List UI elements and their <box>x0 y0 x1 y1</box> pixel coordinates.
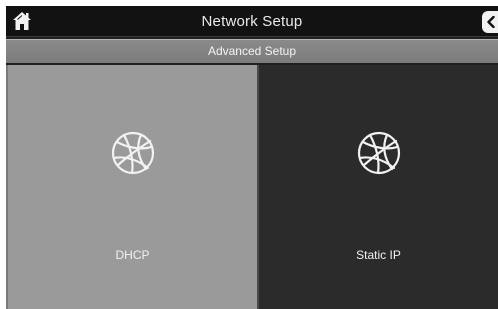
page-title: Network Setup <box>201 13 303 30</box>
static-ip-option[interactable]: Static IP <box>259 65 498 309</box>
dhcp-label: DHCP <box>115 248 150 262</box>
back-button[interactable] <box>482 11 498 33</box>
home-button[interactable] <box>10 9 34 33</box>
top-bar: Network Setup <box>6 6 498 37</box>
chevron-left-icon <box>487 16 495 28</box>
static-ip-label: Static IP <box>356 248 401 262</box>
dhcp-option[interactable]: DHCP <box>6 65 259 309</box>
home-icon <box>13 12 31 30</box>
section-header: Advanced Setup <box>6 39 498 63</box>
network-setup-screen: Network Setup Advanced Setup DHCP Static… <box>6 6 498 309</box>
mode-options: DHCP Static IP <box>6 65 498 309</box>
globe-icon <box>357 131 400 175</box>
globe-icon <box>111 131 154 175</box>
